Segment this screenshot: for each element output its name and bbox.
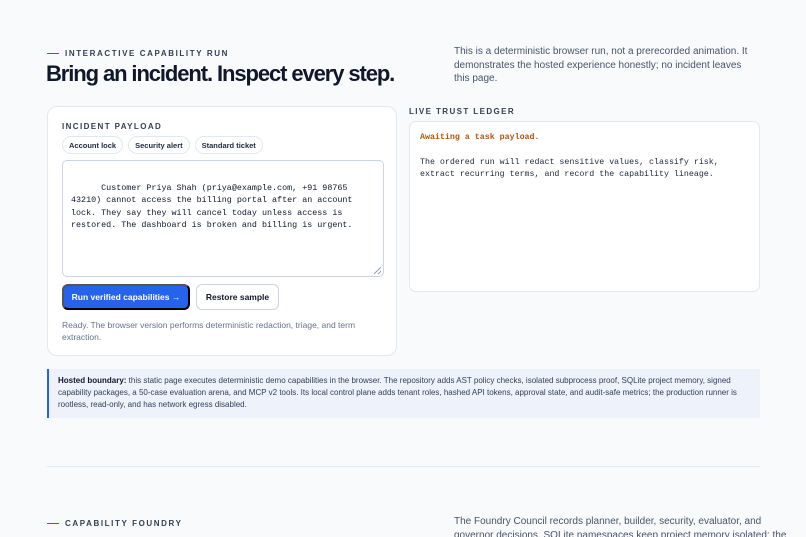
ledger-status-text: Awaiting a task payload. <box>420 133 540 142</box>
hosted-boundary-label: Hosted boundary: <box>58 376 127 385</box>
eyebrow-rule <box>47 53 59 54</box>
restore-sample-button[interactable]: Restore sample <box>196 284 279 310</box>
foundry-description-line-1: The Foundry Council records planner, bui… <box>454 516 762 527</box>
hero-title: Bring an incident. Inspect every step. <box>46 61 395 86</box>
preset-security-alert-button[interactable]: Security alert <box>128 136 190 154</box>
ledger-body-text: The ordered run will redact sensitive va… <box>420 158 719 179</box>
preset-standard-ticket-button[interactable]: Standard ticket <box>194 136 263 154</box>
foundry-description-line-2: governor decisions. SQLite namespaces ke… <box>454 530 787 537</box>
hero-eyebrow: Interactive capability run <box>47 49 229 58</box>
resize-handle[interactable] <box>374 267 381 274</box>
foundry-eyebrow-text: Capability foundry <box>65 519 183 528</box>
incident-payload-card: Incident payload Account lock Security a… <box>47 106 397 356</box>
run-status-text: Ready. The browser version performs dete… <box>62 320 356 342</box>
preset-chips: Account lock Security alert Standard tic… <box>62 136 263 154</box>
incident-payload-text: Customer Priya Shah (priya@example.com, … <box>71 182 358 231</box>
hero-eyebrow-text: Interactive capability run <box>65 49 229 58</box>
incident-payload-textarea[interactable]: Customer Priya Shah (priya@example.com, … <box>62 160 384 277</box>
hero-description: This is a deterministic browser run, not… <box>454 46 748 84</box>
run-capabilities-button[interactable]: Run verified capabilities → <box>62 284 190 310</box>
page: Interactive capability run Bring an inci… <box>0 0 806 537</box>
incident-payload-label: Incident payload <box>62 122 163 131</box>
trust-ledger-label: Live trust ledger <box>409 107 516 116</box>
trust-ledger-panel: Awaiting a task payload. The ordered run… <box>409 121 760 292</box>
foundry-eyebrow: Capability foundry <box>47 519 183 528</box>
section-divider <box>47 466 760 467</box>
hosted-boundary-note: Hosted boundary: this static page execut… <box>47 369 760 418</box>
foundry-description: The Foundry Council records planner, bui… <box>454 515 787 537</box>
eyebrow-rule <box>47 523 59 524</box>
preset-account-lock-button[interactable]: Account lock <box>62 136 124 154</box>
hosted-boundary-text: this static page executes deterministic … <box>58 376 737 409</box>
